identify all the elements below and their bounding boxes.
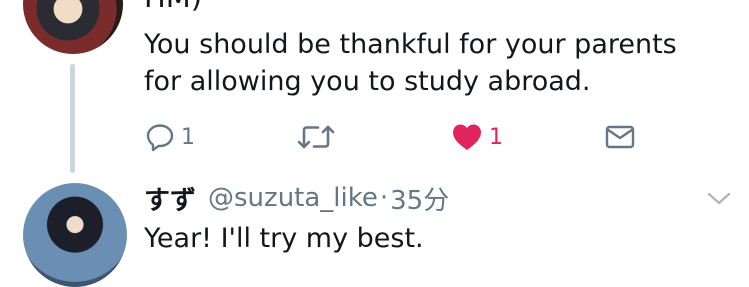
more-options-button[interactable]: [706, 190, 732, 212]
reply-count: 1: [181, 124, 195, 150]
timestamp[interactable]: 35分: [390, 180, 449, 217]
thread-connector: [70, 64, 75, 173]
tweet-text-line: for allowing you to study abroad.: [144, 66, 591, 97]
tweet-text-line: Year! I'll try my best.: [144, 223, 424, 254]
retweet-icon: [297, 122, 335, 152]
envelope-icon: [604, 122, 636, 152]
retweet-button[interactable]: [297, 120, 341, 154]
like-button[interactable]: 1: [451, 120, 503, 154]
handle[interactable]: @suzuta_like: [208, 183, 378, 213]
avatar[interactable]: [23, 0, 123, 54]
tweet-header: すず @suzuta_like · 35分: [144, 180, 449, 216]
separator: ·: [379, 183, 389, 213]
avatar[interactable]: [23, 183, 127, 287]
display-name[interactable]: すず: [144, 180, 196, 217]
reply-button[interactable]: 1: [145, 120, 195, 154]
like-count: 1: [489, 124, 503, 150]
heart-icon: [451, 122, 483, 152]
chevron-down-icon: [706, 192, 732, 212]
reply-icon: [145, 122, 175, 152]
direct-message-button[interactable]: [604, 120, 636, 154]
tweet-text-line: You should be thankful for your parents: [144, 29, 677, 60]
author-name[interactable]: HM): [144, 0, 202, 14]
